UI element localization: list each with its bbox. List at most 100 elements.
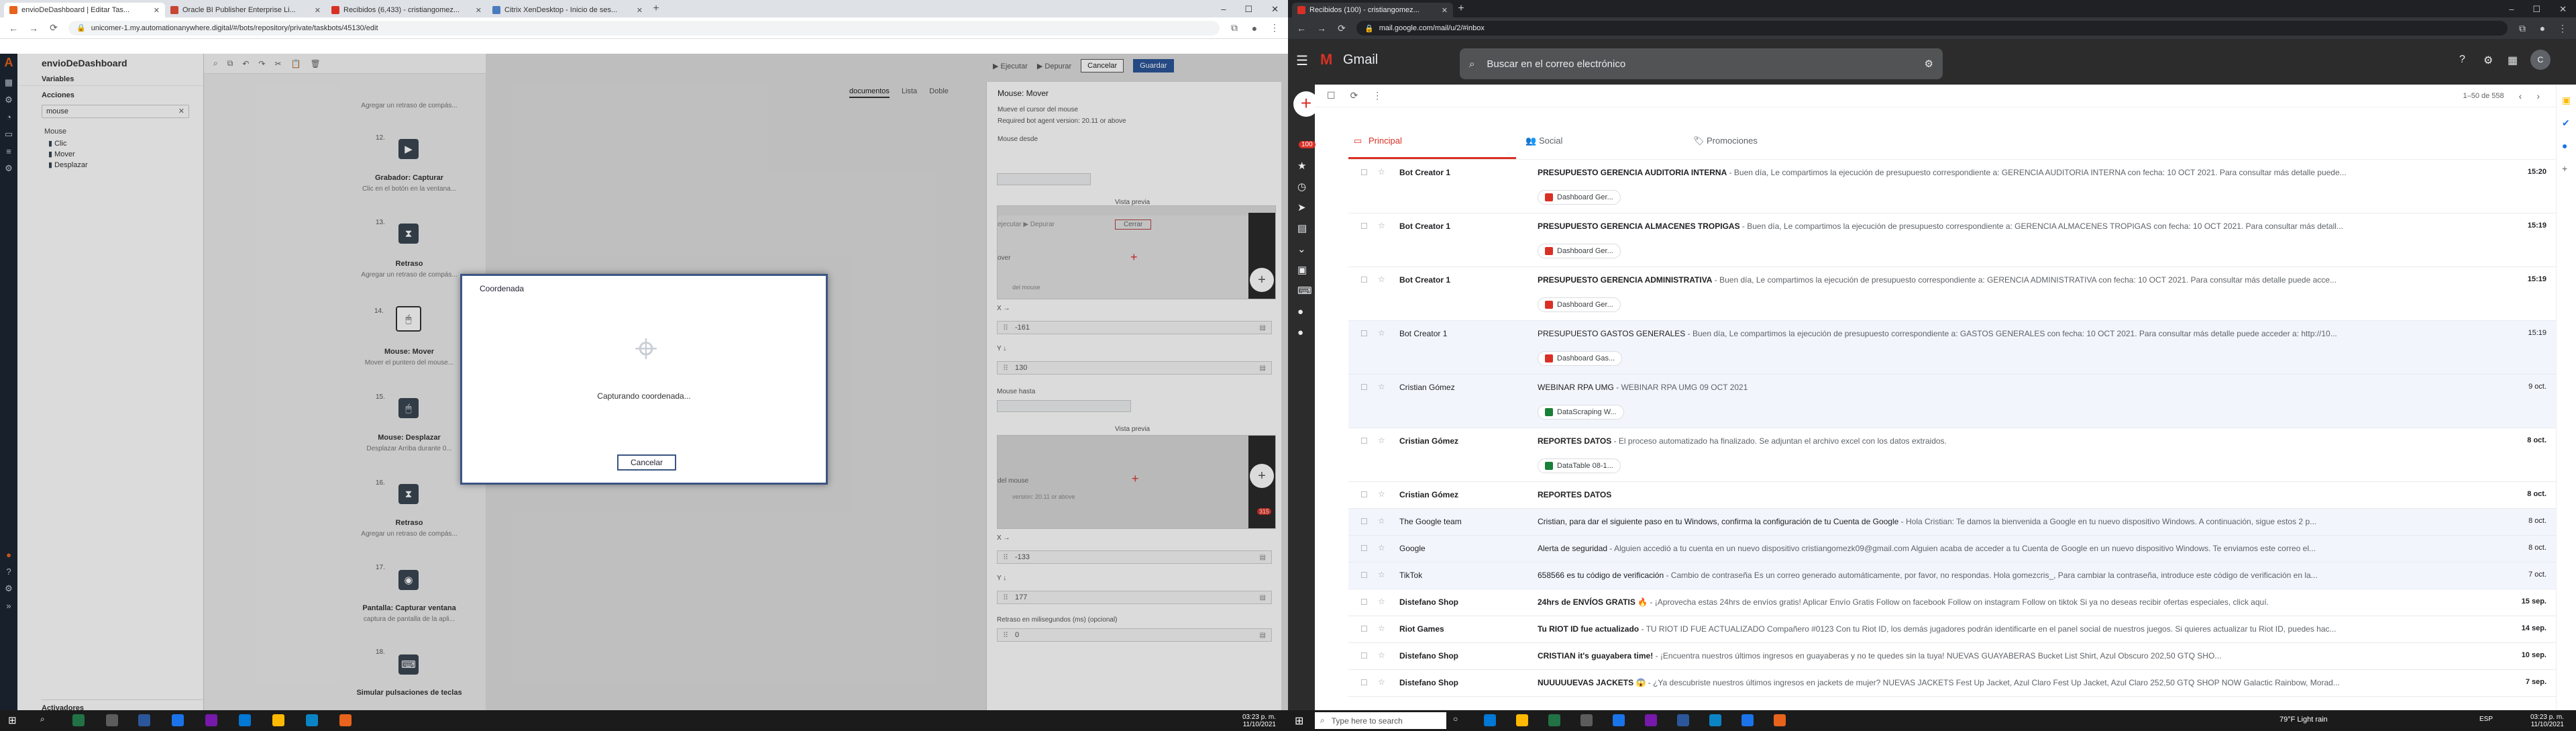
- close-icon[interactable]: ✕: [154, 6, 160, 15]
- star-icon[interactable]: ☆: [1378, 597, 1385, 606]
- email-row[interactable]: ☐ ☆ Riot Games Tu RIOT ID fue actualizado -…: [1348, 616, 2556, 643]
- onenote-icon[interactable]: [1645, 714, 1657, 726]
- email-row[interactable]: ☐ ☆ Bot Creator 1 PRESUPUESTO GERENCIA AUDI…: [1348, 160, 2556, 213]
- excel-icon[interactable]: [72, 714, 85, 726]
- email-row[interactable]: ☐ ☆ Cristian Gómez REPORTES DATOS 8 oct.: [1348, 482, 2556, 509]
- attachment-chip[interactable]: Dashboard Ger...: [1538, 297, 1621, 312]
- apps-grid-icon[interactable]: ▦: [2508, 54, 2518, 67]
- prev-page-icon[interactable]: ‹: [2519, 91, 2522, 101]
- email-row[interactable]: ☐ ☆ Distefano Shop 24hrs de ENVÍOS GRATIS 🔥…: [1348, 589, 2556, 616]
- settings-icon[interactable]: ⚙: [2483, 54, 2493, 67]
- tab-gmail-inbox[interactable]: Recibidos (100) - cristiangomez... ✕: [1292, 3, 1453, 17]
- search-options-icon[interactable]: ⚙: [1925, 58, 1933, 70]
- email-checkbox[interactable]: ☐: [1360, 490, 1368, 499]
- app-icon[interactable]: [1709, 714, 1721, 726]
- account-avatar-icon[interactable]: C: [2530, 50, 2551, 70]
- reload-icon[interactable]: ⟳: [48, 22, 59, 34]
- language-indicator[interactable]: ESP: [2479, 716, 2493, 723]
- attachment-chip[interactable]: DataScraping W...: [1538, 405, 1624, 420]
- aa-taskbar-icon[interactable]: [1774, 714, 1786, 726]
- email-checkbox[interactable]: ☐: [1360, 651, 1368, 661]
- email-checkbox[interactable]: ☐: [1360, 436, 1368, 446]
- aa-taskbar-icon[interactable]: [339, 714, 352, 726]
- main-menu-icon[interactable]: ☰: [1296, 52, 1308, 69]
- email-checkbox[interactable]: ☐: [1360, 678, 1368, 687]
- attachment-chip[interactable]: Dashboard Ger...: [1538, 190, 1621, 205]
- explorer-icon[interactable]: [272, 714, 284, 726]
- tasks-icon[interactable]: ✔: [2562, 111, 2576, 134]
- hangouts-icon[interactable]: ●: [1297, 301, 1312, 322]
- taskview-icon[interactable]: [106, 714, 118, 726]
- more-options-icon[interactable]: ⋮: [1373, 90, 1382, 101]
- snooze-nav-icon[interactable]: ◷: [1297, 177, 1312, 197]
- calendar-icon[interactable]: ▣: [2562, 89, 2576, 111]
- windows-start-icon[interactable]: ⊞: [8, 714, 20, 726]
- star-icon[interactable]: ☆: [1378, 650, 1385, 660]
- url-field[interactable]: 🔒 mail.google.com/mail/u/2/#inbox: [1356, 21, 2508, 36]
- cortana-icon[interactable]: ○: [1453, 714, 1465, 726]
- taskview-icon[interactable]: [1580, 714, 1593, 726]
- close-icon[interactable]: ✕: [315, 6, 321, 15]
- explorer-icon[interactable]: [1516, 714, 1528, 726]
- sent-nav-icon[interactable]: ➤: [1297, 197, 1312, 218]
- email-row[interactable]: ☐ ☆ Cristian Gómez REPORTES DATOS - El proc…: [1348, 428, 2556, 482]
- outlook-icon[interactable]: [239, 714, 251, 726]
- star-icon[interactable]: ☆: [1378, 328, 1385, 338]
- extensions-icon[interactable]: ⧉: [2517, 23, 2528, 34]
- email-row[interactable]: ☐ ☆ Distefano Shop CRISTIAN it's guayabera …: [1348, 643, 2556, 670]
- tab-gmail[interactable]: Recibidos (6,433) - cristiangomez... ✕: [326, 3, 487, 17]
- tab-oracle-bi[interactable]: Oracle BI Publisher Enterprise Li... ✕: [165, 3, 326, 17]
- more-nav-icon[interactable]: ⌄: [1297, 239, 1312, 260]
- chrome-icon[interactable]: [1613, 714, 1625, 726]
- email-checkbox[interactable]: ☐: [1360, 329, 1368, 338]
- attachment-chip[interactable]: Dashboard Ger...: [1538, 244, 1621, 258]
- star-icon[interactable]: ☆: [1378, 489, 1385, 499]
- email-checkbox[interactable]: ☐: [1360, 544, 1368, 553]
- select-all-checkbox[interactable]: ☐: [1327, 90, 1336, 101]
- meet-nav-icon[interactable]: ▣: [1297, 260, 1312, 281]
- gmail-search-field[interactable]: ⌕ Buscar en el correo electrónico ⚙: [1460, 48, 1943, 79]
- menu-dots-icon[interactable]: ⋮: [1269, 22, 1280, 34]
- help-icon[interactable]: ?: [2459, 54, 2465, 66]
- minimize-icon[interactable]: –: [2509, 4, 2514, 15]
- email-row[interactable]: ☐ ☆ Bot Creator 1 PRESUPUESTO GASTOS GENERA…: [1348, 321, 2556, 375]
- email-row[interactable]: ☐ ☆ Google Alerta de seguridad - Alguien ac…: [1348, 536, 2556, 563]
- star-icon[interactable]: ☆: [1378, 570, 1385, 579]
- search-icon[interactable]: ⌕: [1469, 58, 1474, 70]
- extensions-icon[interactable]: ⧉: [1229, 22, 1240, 34]
- windows-start-icon[interactable]: ⊞: [1295, 714, 1303, 728]
- email-row[interactable]: ☐ ☆ Bot Creator 1 PRESUPUESTO GERENCIA ADMI…: [1348, 267, 2556, 321]
- maximize-icon[interactable]: ☐: [1244, 4, 1252, 15]
- contacts-icon[interactable]: ●: [2562, 134, 2576, 157]
- next-page-icon[interactable]: ›: [2536, 91, 2540, 101]
- chat-icon[interactable]: ●: [1297, 322, 1312, 343]
- email-row[interactable]: ☐ ☆ The Google team Cristian, para dar el s…: [1348, 509, 2556, 536]
- menu-dots-icon[interactable]: ⋮: [2557, 23, 2568, 34]
- close-icon[interactable]: ✕: [476, 6, 482, 15]
- star-icon[interactable]: ☆: [1378, 543, 1385, 552]
- weather-widget[interactable]: 79°F Light rain: [2279, 716, 2328, 724]
- dialog-cancel-button[interactable]: Cancelar: [617, 454, 676, 471]
- email-checkbox[interactable]: ☐: [1360, 275, 1368, 285]
- onenote-icon[interactable]: [205, 714, 217, 726]
- star-icon[interactable]: ☆: [1378, 167, 1385, 177]
- tab-social[interactable]: 👥 Social: [1516, 130, 1684, 159]
- close-icon[interactable]: ✕: [1442, 6, 1448, 15]
- word-icon[interactable]: [138, 714, 150, 726]
- email-checkbox[interactable]: ☐: [1360, 597, 1368, 607]
- star-icon[interactable]: ☆: [1378, 275, 1385, 284]
- tab-citrix[interactable]: Citrix XenDesktop - Inicio de ses... ✕: [487, 3, 648, 17]
- chrome-icon-2[interactable]: [1741, 714, 1754, 726]
- tab-principal[interactable]: ▭ Principal: [1348, 130, 1516, 159]
- new-tab-icon[interactable]: +: [648, 3, 664, 17]
- new-tab-icon[interactable]: +: [1453, 3, 1469, 17]
- url-field[interactable]: 🔒 unicomer-1.my.automationanywhere.digita…: [68, 20, 1220, 36]
- star-icon[interactable]: ☆: [1378, 516, 1385, 526]
- email-checkbox[interactable]: ☐: [1360, 168, 1368, 177]
- tab-promociones[interactable]: 🏷 Promociones: [1684, 130, 1851, 159]
- star-icon[interactable]: ☆: [1378, 677, 1385, 687]
- attachment-chip[interactable]: Dashboard Gas...: [1538, 351, 1623, 366]
- forward-icon[interactable]: →: [1316, 23, 1327, 34]
- attachment-chip[interactable]: DataTable 08-1...: [1538, 458, 1621, 473]
- email-row[interactable]: ☐ ☆ Distefano Shop NUUUUUEVAS JACKETS 😱 - ¿…: [1348, 670, 2556, 697]
